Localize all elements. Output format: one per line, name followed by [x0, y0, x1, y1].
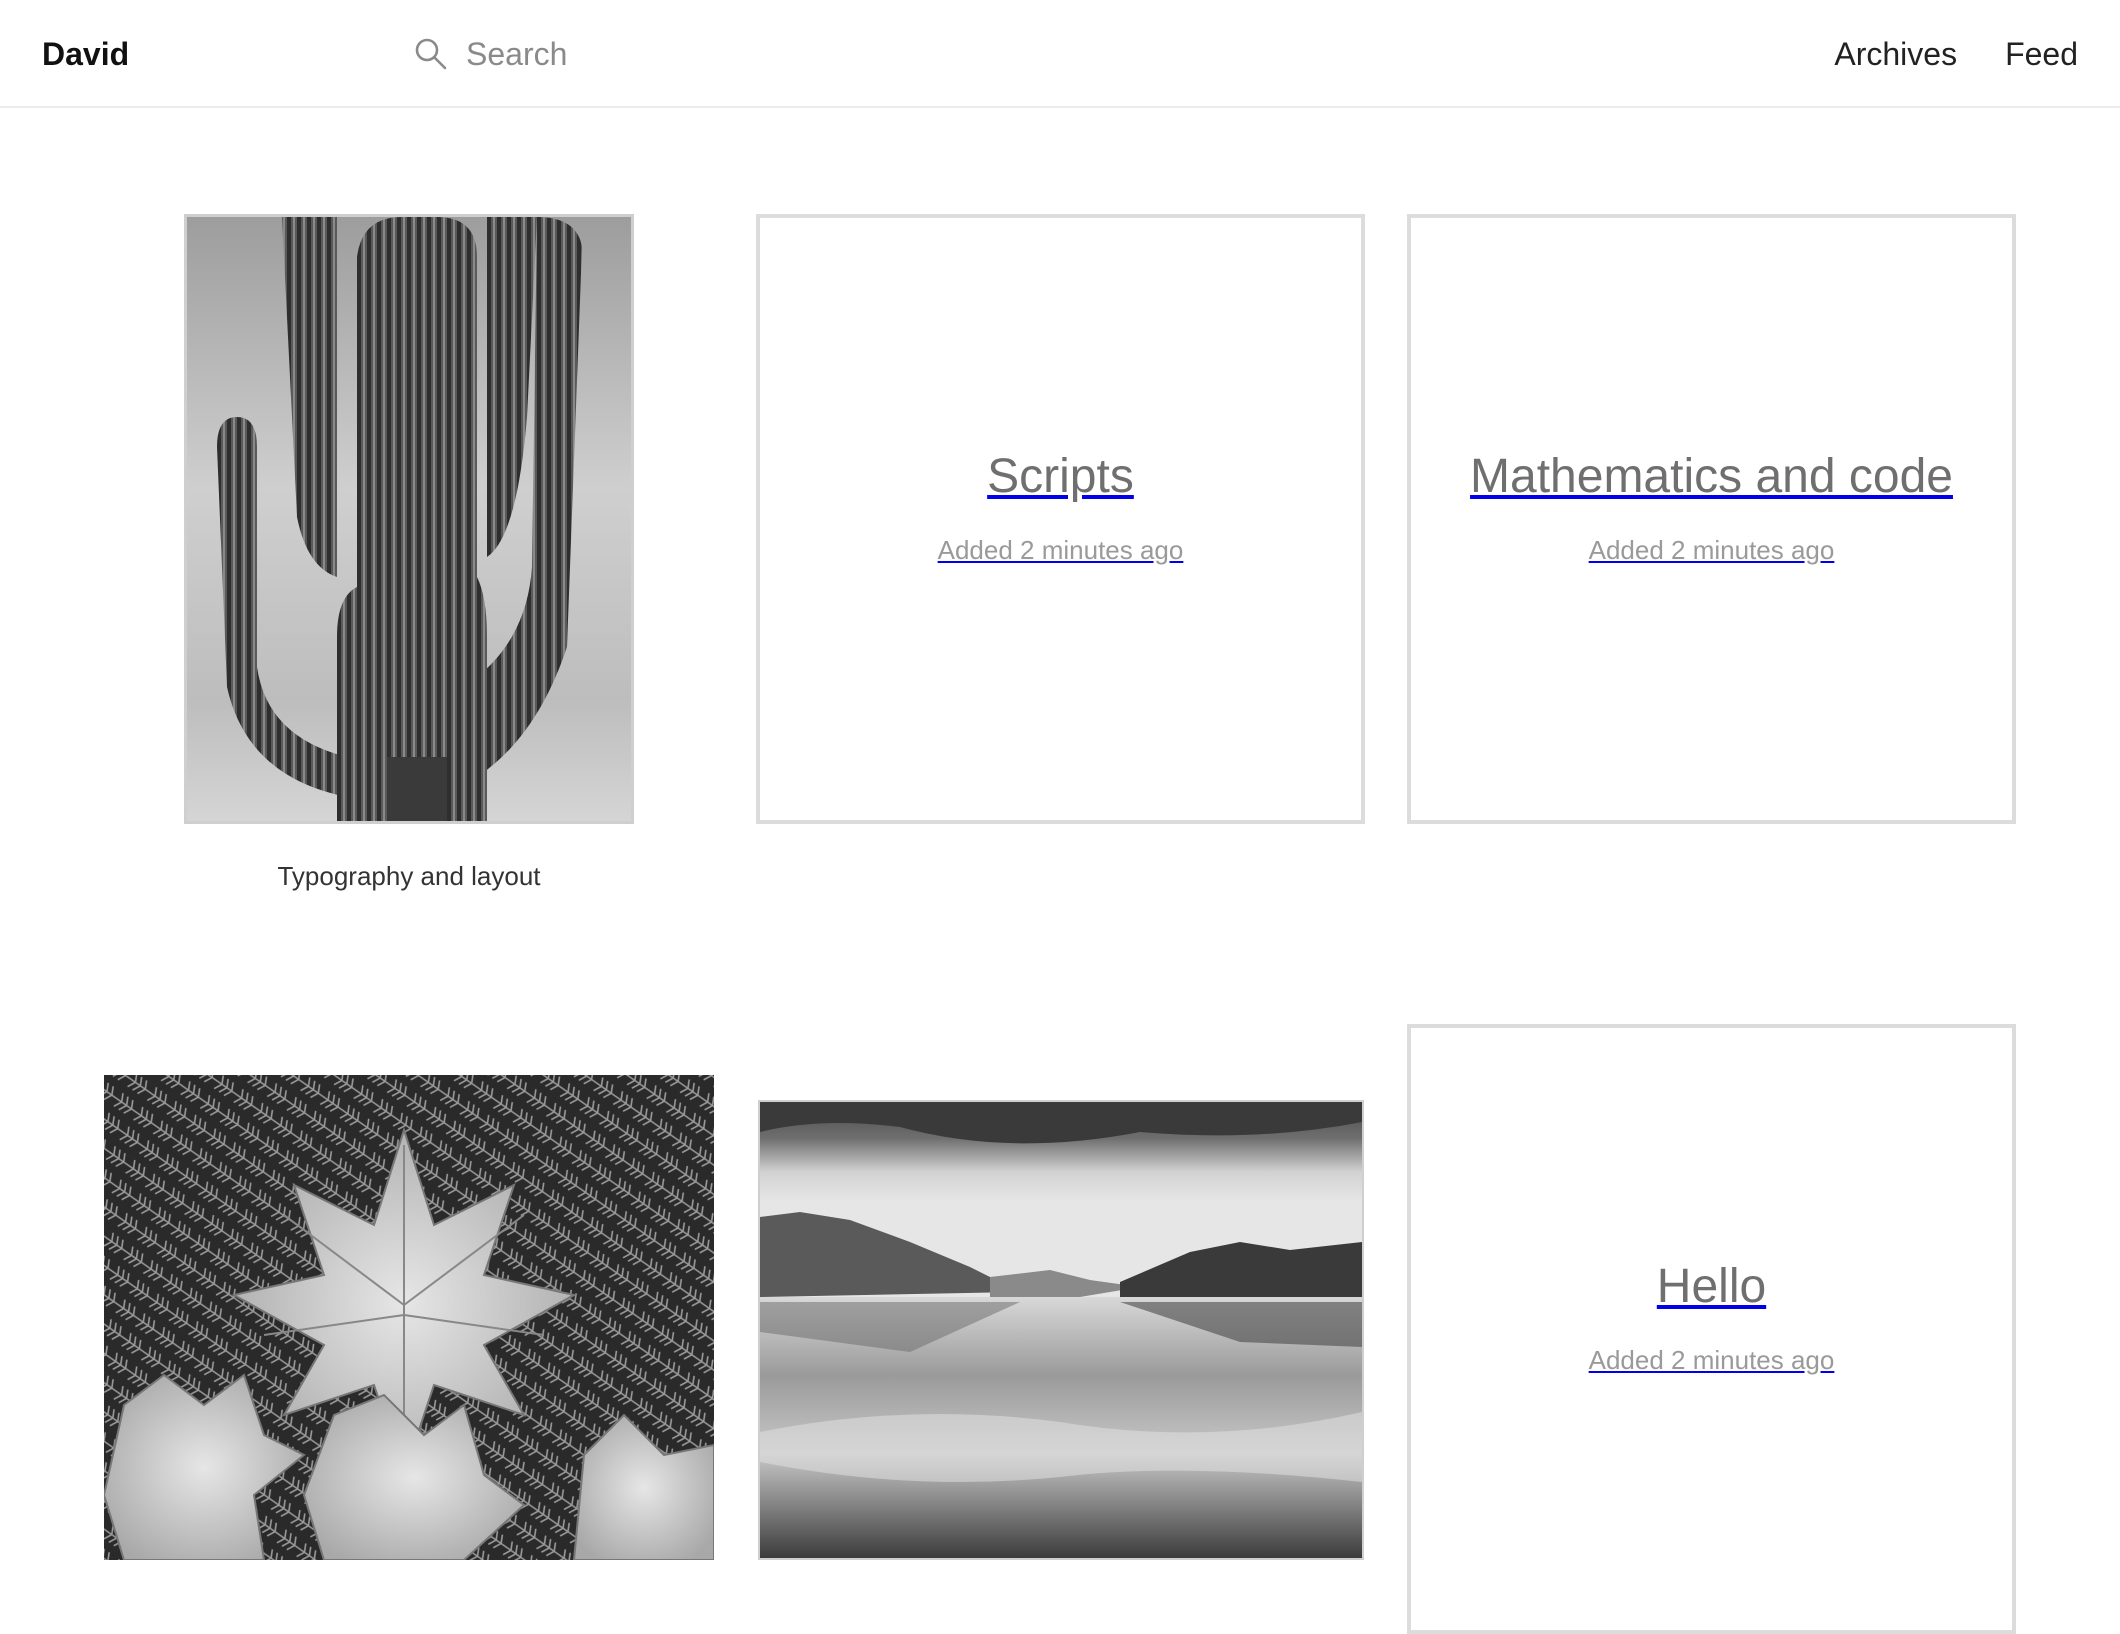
site-header: David Archives Feed: [0, 0, 2120, 108]
search-icon: [414, 37, 448, 71]
card-title: Scripts: [987, 450, 1134, 503]
card-meta: Added 2 minutes ago: [1588, 1345, 1835, 1375]
grid-item-mathematics-and-code[interactable]: Mathematics and code Added 2 minutes ago: [1407, 214, 2016, 824]
grid-item-scripts[interactable]: Scripts Added 2 minutes ago: [756, 214, 1365, 824]
grid-item-leaves-photo[interactable]: [104, 1075, 714, 1560]
grid-item-hello[interactable]: Hello Added 2 minutes ago: [1407, 1024, 2016, 1634]
card-meta: Added 2 minutes ago: [1588, 535, 1835, 565]
search-box[interactable]: [414, 32, 866, 76]
caption-typography-and-layout[interactable]: Typography and layout: [184, 860, 634, 892]
lake-image: [760, 1102, 1362, 1558]
search-input[interactable]: [466, 35, 866, 73]
site-name-link[interactable]: David: [42, 34, 129, 74]
nav-link-archives[interactable]: Archives: [1834, 34, 1957, 74]
card-meta: Added 2 minutes ago: [937, 535, 1184, 565]
cactus-image: [187, 217, 631, 821]
grid-item-lake-photo[interactable]: [758, 1100, 1364, 1560]
top-nav: Archives Feed: [1834, 34, 2078, 74]
card-title: Mathematics and code: [1470, 450, 1953, 503]
nav-link-feed[interactable]: Feed: [2005, 34, 2078, 74]
card-title: Hello: [1656, 1260, 1767, 1313]
leaves-image: [104, 1075, 714, 1560]
grid-item-cactus-photo[interactable]: [184, 214, 634, 824]
